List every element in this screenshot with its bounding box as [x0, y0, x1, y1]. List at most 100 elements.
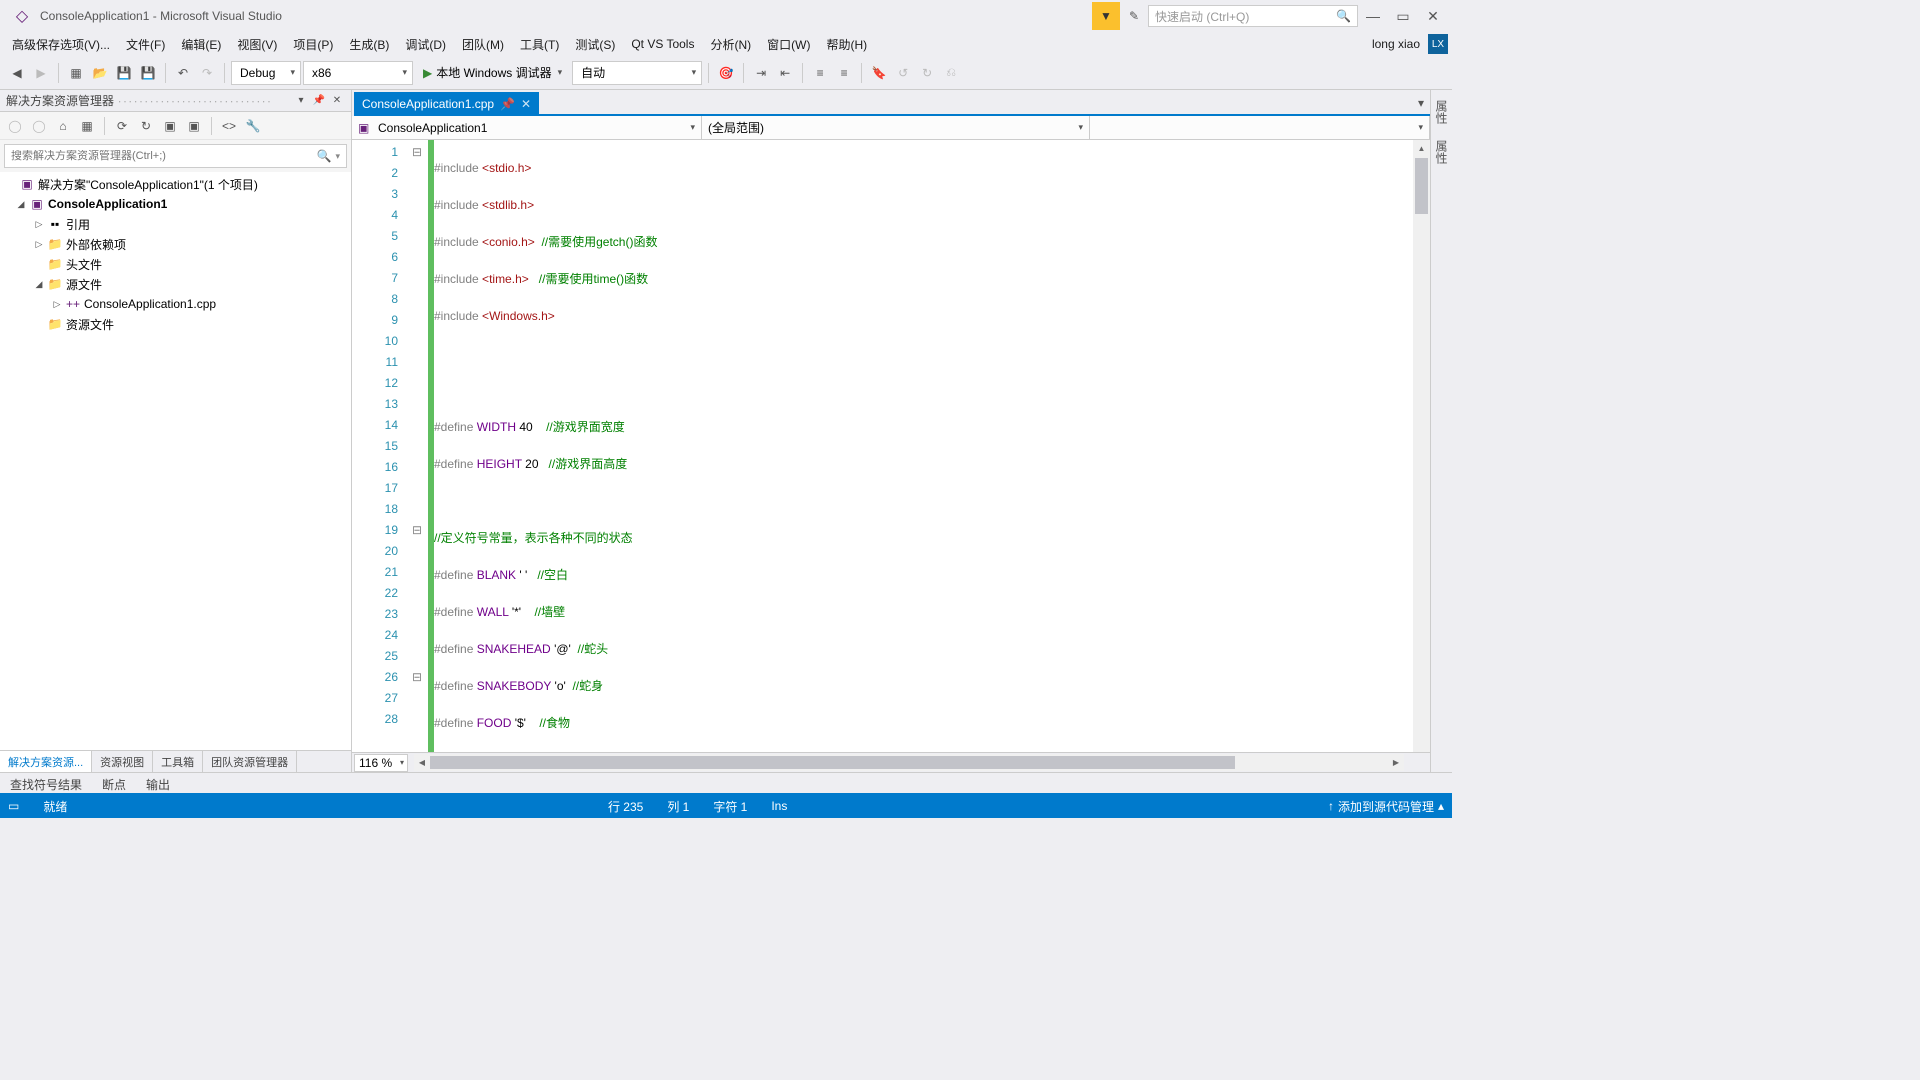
undo-icon[interactable]: ↶ — [172, 62, 194, 84]
outdent-icon[interactable]: ⇤ — [774, 62, 796, 84]
document-tab[interactable]: ConsoleApplication1.cpp 📌 ✕ — [354, 92, 539, 116]
references-node[interactable]: 引用 — [64, 216, 90, 233]
menu-item[interactable]: 窗口(W) — [759, 33, 818, 56]
nav-fwd-icon[interactable]: ▶ — [30, 62, 52, 84]
save-all-icon[interactable]: 💾 — [137, 62, 159, 84]
collapsed-panel-tab[interactable]: 属性 — [1433, 136, 1450, 168]
split-icon[interactable] — [1410, 756, 1424, 770]
start-debug-button[interactable]: ▶本地 Windows 调试器▾ — [415, 64, 570, 81]
redo-icon[interactable]: ↷ — [196, 62, 218, 84]
platform-combo[interactable]: x86 — [303, 61, 413, 85]
new-project-icon[interactable]: ▦ — [65, 62, 87, 84]
notification-icon[interactable]: ▼ — [1092, 2, 1120, 30]
pin-icon[interactable]: 📌 — [500, 97, 515, 111]
toolbar-icon[interactable]: ▣ — [159, 115, 181, 137]
bookmark-icon[interactable]: 🔖 — [868, 62, 890, 84]
panel-close-icon[interactable]: ✕ — [329, 93, 345, 109]
save-icon[interactable]: 💾 — [113, 62, 135, 84]
tab-team-explorer[interactable]: 团队资源管理器 — [203, 751, 297, 772]
quick-launch-placeholder: 快速启动 (Ctrl+Q) — [1155, 8, 1249, 25]
search-icon: 🔍 — [317, 149, 332, 163]
uncomment-icon[interactable]: ≡ — [833, 62, 855, 84]
external-deps-node[interactable]: 外部依赖项 — [64, 236, 126, 253]
zoom-combo[interactable]: 116 % — [354, 754, 408, 772]
headers-node[interactable]: 头文件 — [64, 256, 102, 273]
resources-node[interactable]: 资源文件 — [64, 316, 114, 333]
expand-icon[interactable]: ▷ — [32, 219, 46, 230]
refresh-icon[interactable]: ⟳ — [111, 115, 133, 137]
global-scope-combo[interactable]: (全局范围) — [702, 116, 1090, 139]
menu-item[interactable]: Qt VS Tools — [623, 34, 702, 54]
menu-item[interactable]: 测试(S) — [567, 33, 623, 56]
code-icon[interactable]: <> — [218, 115, 240, 137]
toolbar-icon[interactable]: ▦ — [76, 115, 98, 137]
scrollbar-thumb[interactable] — [1415, 158, 1428, 214]
source-file-node[interactable]: ConsoleApplication1.cpp — [82, 297, 216, 311]
menu-item[interactable]: 工具(T) — [512, 33, 567, 56]
sources-node[interactable]: 源文件 — [64, 276, 102, 293]
status-source-control[interactable]: ↑添加到源代码管理▴ — [1328, 798, 1444, 815]
toolbar-icon[interactable]: ⎌ — [940, 62, 962, 84]
panel-dropdown-icon[interactable]: ▾ — [293, 93, 309, 109]
tab-output[interactable]: 输出 — [136, 773, 180, 793]
menu-item[interactable]: 团队(M) — [454, 33, 512, 56]
solution-tree[interactable]: ▣解决方案"ConsoleApplication1"(1 个项目) ◢▣Cons… — [0, 172, 351, 750]
toolbar-icon[interactable]: ▣ — [183, 115, 205, 137]
feedback-icon[interactable]: ✎ — [1120, 2, 1148, 30]
config-combo[interactable]: Debug — [231, 61, 301, 85]
home-icon[interactable]: ⌂ — [52, 115, 74, 137]
menu-item[interactable]: 文件(F) — [118, 33, 173, 56]
properties-icon[interactable]: 🔧 — [242, 115, 264, 137]
code-editor[interactable]: #include <stdio.h> #include <stdlib.h> #… — [434, 140, 1413, 752]
expand-icon[interactable]: ◢ — [14, 199, 28, 210]
open-file-icon[interactable]: 📂 — [89, 62, 111, 84]
solution-node[interactable]: 解决方案"ConsoleApplication1"(1 个项目) — [36, 176, 258, 193]
tab-breakpoints[interactable]: 断点 — [92, 773, 136, 793]
solution-search-input[interactable] — [11, 150, 317, 162]
close-button[interactable]: ✕ — [1418, 1, 1448, 31]
scope-combo[interactable]: 自动 — [572, 61, 702, 85]
panel-pin-icon[interactable]: 📌 — [311, 93, 327, 109]
menu-item[interactable]: 视图(V) — [229, 33, 285, 56]
project-scope-combo[interactable]: ▣ConsoleApplication1 — [352, 116, 702, 139]
restore-button[interactable]: ▭ — [1388, 1, 1418, 31]
minimize-button[interactable]: — — [1358, 1, 1388, 31]
tab-toolbox[interactable]: 工具箱 — [153, 751, 203, 772]
toolbar-icon[interactable]: ↺ — [892, 62, 914, 84]
back-icon[interactable]: ◯ — [4, 115, 26, 137]
collapsed-panel-tab[interactable]: 属性 — [1433, 96, 1450, 128]
upload-icon: ↑ — [1328, 799, 1334, 813]
quick-launch-input[interactable]: 快速启动 (Ctrl+Q) 🔍 — [1148, 5, 1358, 27]
expand-icon[interactable]: ◢ — [32, 279, 46, 290]
expand-icon[interactable]: ▷ — [32, 239, 46, 250]
user-badge[interactable]: LX — [1428, 34, 1448, 54]
indent-icon[interactable]: ⇥ — [750, 62, 772, 84]
menu-item[interactable]: 编辑(E) — [173, 33, 229, 56]
toolbar-icon[interactable]: ↻ — [916, 62, 938, 84]
project-node[interactable]: ConsoleApplication1 — [46, 197, 167, 211]
sync-icon[interactable]: ↻ — [135, 115, 157, 137]
fold-gutter[interactable]: ⊟⊟⊟ — [410, 140, 424, 752]
tab-find-symbol[interactable]: 查找符号结果 — [0, 773, 92, 793]
tab-resource-view[interactable]: 资源视图 — [92, 751, 153, 772]
fwd-icon[interactable]: ◯ — [28, 115, 50, 137]
tab-solution-explorer[interactable]: 解决方案资源... — [0, 751, 92, 772]
member-combo[interactable] — [1090, 116, 1430, 139]
menu-item[interactable]: 调试(D) — [397, 33, 454, 56]
menu-item[interactable]: 生成(B) — [341, 33, 397, 56]
vertical-scrollbar[interactable]: ▲ — [1413, 140, 1430, 752]
dropdown-icon[interactable]: ▾ — [335, 151, 340, 162]
comment-icon[interactable]: ≡ — [809, 62, 831, 84]
menu-bar: 高级保存选项(V)... 文件(F) 编辑(E) 视图(V) 项目(P) 生成(… — [0, 32, 1452, 56]
menu-item[interactable]: 高级保存选项(V)... — [4, 33, 118, 56]
menu-item[interactable]: 分析(N) — [702, 33, 759, 56]
user-name[interactable]: long xiao — [1372, 37, 1424, 51]
close-tab-icon[interactable]: ✕ — [521, 97, 531, 111]
expand-icon[interactable]: ▷ — [50, 299, 64, 310]
tab-overflow-icon[interactable]: ▾ — [1412, 92, 1430, 116]
nav-back-icon[interactable]: ◀ — [6, 62, 28, 84]
toolbar-icon[interactable]: 🎯 — [715, 62, 737, 84]
horizontal-scrollbar[interactable]: ◀▶ — [414, 754, 1404, 771]
menu-item[interactable]: 项目(P) — [285, 33, 341, 56]
menu-item[interactable]: 帮助(H) — [818, 33, 875, 56]
